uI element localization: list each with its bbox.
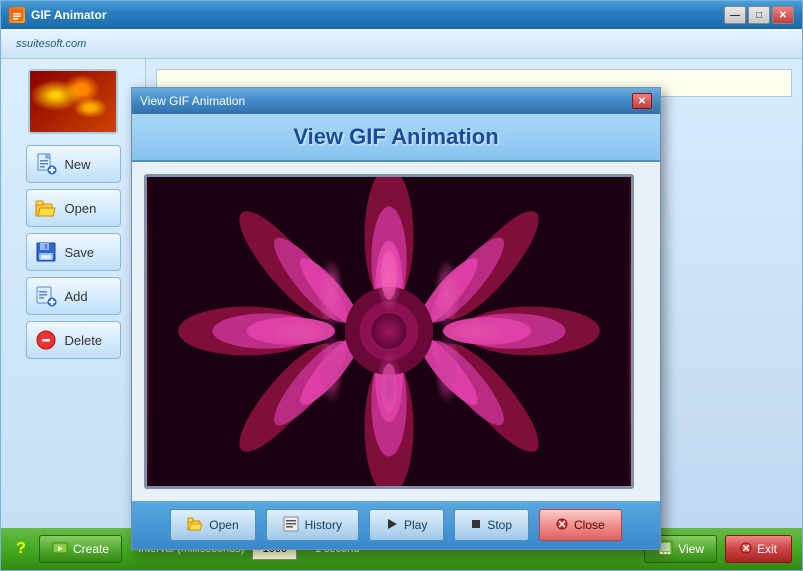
add-button[interactable]: Add <box>26 277 121 315</box>
close-window-button[interactable]: ✕ <box>772 6 794 24</box>
create-button[interactable]: Create <box>39 535 122 563</box>
save-icon <box>35 241 57 263</box>
add-label: Add <box>65 289 88 304</box>
help-icon[interactable]: ? <box>11 540 31 558</box>
sidebar: New Open <box>1 59 146 528</box>
brand-bar: ssuitesoft.com <box>1 29 802 59</box>
modal-footer: Open History <box>132 501 660 549</box>
create-label: Create <box>73 542 109 556</box>
modal-header: View GIF Animation <box>132 114 660 162</box>
preview-thumbnail <box>28 69 118 134</box>
exit-button[interactable]: Exit <box>725 535 792 563</box>
add-icon <box>35 285 57 307</box>
modal-history-label: History <box>305 518 342 532</box>
history-icon <box>283 516 299 535</box>
stop-icon <box>471 518 481 532</box>
delete-label: Delete <box>65 333 103 348</box>
view-label: View <box>678 542 704 556</box>
close-icon <box>556 518 568 533</box>
main-window: GIF Animator — □ ✕ ssuitesoft.com <box>0 0 803 571</box>
new-icon <box>35 153 57 175</box>
gif-preview <box>144 174 634 489</box>
modal-content <box>132 162 660 501</box>
modal-open-button[interactable]: Open <box>170 509 255 541</box>
app-icon <box>9 7 25 23</box>
open-label: Open <box>65 201 97 216</box>
thumbnail-image <box>30 71 116 132</box>
modal-title-bar: View GIF Animation ✕ <box>132 88 660 114</box>
save-button[interactable]: Save <box>26 233 121 271</box>
open-button[interactable]: Open <box>26 189 121 227</box>
modal-play-label: Play <box>404 518 427 532</box>
open-icon <box>35 197 57 219</box>
content-area: New Open <box>1 59 802 528</box>
save-label: Save <box>65 245 95 260</box>
modal-stop-label: Stop <box>487 518 512 532</box>
modal-open-icon <box>187 517 203 534</box>
minimize-button[interactable]: — <box>724 6 746 24</box>
exit-icon <box>740 542 752 557</box>
modal-play-button[interactable]: Play <box>369 509 444 541</box>
modal-close-button[interactable]: Close <box>539 509 622 541</box>
modal-header-text: View GIF Animation <box>293 124 498 149</box>
modal-dialog: View GIF Animation ✕ View GIF Animation <box>131 87 661 550</box>
new-label: New <box>65 157 91 172</box>
app-title: GIF Animator <box>31 8 107 22</box>
dahlia-image <box>147 177 631 486</box>
play-icon <box>386 518 398 533</box>
modal-title-close-button[interactable]: ✕ <box>632 93 652 109</box>
maximize-button[interactable]: □ <box>748 6 770 24</box>
modal-close-label: Close <box>574 518 605 532</box>
brand-text: ssuitesoft.com <box>16 38 86 50</box>
modal-history-button[interactable]: History <box>266 509 359 541</box>
title-bar: GIF Animator — □ ✕ <box>1 1 802 29</box>
create-icon <box>52 540 68 559</box>
modal-open-label: Open <box>209 518 238 532</box>
window-controls: — □ ✕ <box>724 6 794 24</box>
delete-icon <box>35 329 57 351</box>
modal-stop-button[interactable]: Stop <box>454 509 529 541</box>
modal-title: View GIF Animation <box>140 94 245 108</box>
new-button[interactable]: New <box>26 145 121 183</box>
delete-button[interactable]: Delete <box>26 321 121 359</box>
exit-label: Exit <box>757 542 777 556</box>
